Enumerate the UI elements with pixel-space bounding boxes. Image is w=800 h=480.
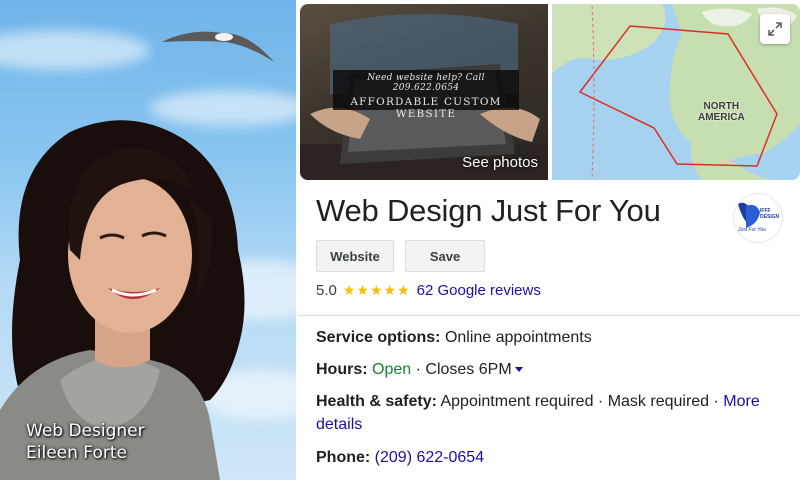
hours-row[interactable]: Hours: Open · Closes 6PM bbox=[316, 358, 786, 381]
expand-icon bbox=[768, 22, 782, 36]
caption-title: Web Designer bbox=[26, 421, 145, 441]
photo-sign: Need website help? Call 209.622.0654 AFF… bbox=[333, 70, 519, 120]
phone-link[interactable]: (209) 622-0654 bbox=[375, 449, 484, 466]
portrait-photo bbox=[0, 31, 274, 480]
business-name: Web Design Just For You bbox=[316, 193, 661, 228]
business-logo: IFFF DESIGN Just For You bbox=[734, 194, 782, 242]
reviews-link[interactable]: 62 Google reviews bbox=[417, 282, 541, 299]
sign-line-2: AFFORDABLE CUSTOM WEBSITE bbox=[350, 96, 502, 120]
see-photos-link[interactable]: See photos bbox=[462, 154, 538, 171]
hours-status: Open bbox=[372, 361, 412, 378]
rating-score: 5.0 bbox=[316, 282, 337, 299]
phone-label: Phone: bbox=[316, 449, 371, 466]
hours-label: Hours: bbox=[316, 361, 368, 378]
star-rating-icon: ★★★★★ bbox=[342, 282, 411, 298]
expand-map-button[interactable] bbox=[760, 14, 790, 44]
map-tile[interactable]: NORTH AMERICA bbox=[552, 4, 800, 180]
service-options-value: Online appointments bbox=[444, 329, 592, 346]
hours-separator: · bbox=[415, 361, 421, 378]
service-options-label: Service options: bbox=[316, 329, 441, 346]
logo-text: IFFF DESIGN bbox=[760, 208, 779, 220]
health-safety-value: Appointment required · Mask required · bbox=[440, 393, 719, 410]
map-region-line-2: AMERICA bbox=[698, 112, 745, 123]
more-details-link-cont[interactable]: details bbox=[316, 416, 362, 433]
divider bbox=[298, 315, 800, 316]
service-options-row: Service options: Online appointments bbox=[316, 326, 786, 349]
phone-row: Phone: (209) 622-0654 bbox=[316, 446, 786, 469]
website-button[interactable]: Website bbox=[316, 240, 394, 272]
rating-row: 5.0 ★★★★★ 62 Google reviews bbox=[316, 282, 541, 299]
health-safety-label: Health & safety: bbox=[316, 393, 437, 410]
knowledge-panel: Need website help? Call 209.622.0654 AFF… bbox=[298, 0, 800, 480]
portrait-caption: Web Designer Eileen Forte bbox=[26, 420, 145, 464]
hours-value: Closes 6PM bbox=[425, 361, 512, 378]
health-safety-row: Health & safety: Appointment required · … bbox=[316, 390, 786, 436]
sign-line-1: Need website help? Call 209.622.0654 bbox=[367, 73, 485, 93]
seagull-icon bbox=[162, 31, 274, 62]
chevron-down-icon[interactable] bbox=[514, 367, 523, 373]
more-details-link[interactable]: More bbox=[723, 393, 759, 410]
logo-tagline: Just For You bbox=[738, 227, 766, 233]
portrait-banner: Web Designer Eileen Forte bbox=[0, 0, 296, 480]
logo-text-2: DESIGN bbox=[760, 214, 780, 220]
map-region-line-1: NORTH bbox=[703, 101, 740, 112]
map-region-label: NORTH AMERICA bbox=[698, 101, 745, 123]
save-button[interactable]: Save bbox=[405, 240, 485, 272]
caption-name: Eileen Forte bbox=[26, 443, 127, 463]
photo-tile[interactable]: Need website help? Call 209.622.0654 AFF… bbox=[300, 4, 548, 180]
